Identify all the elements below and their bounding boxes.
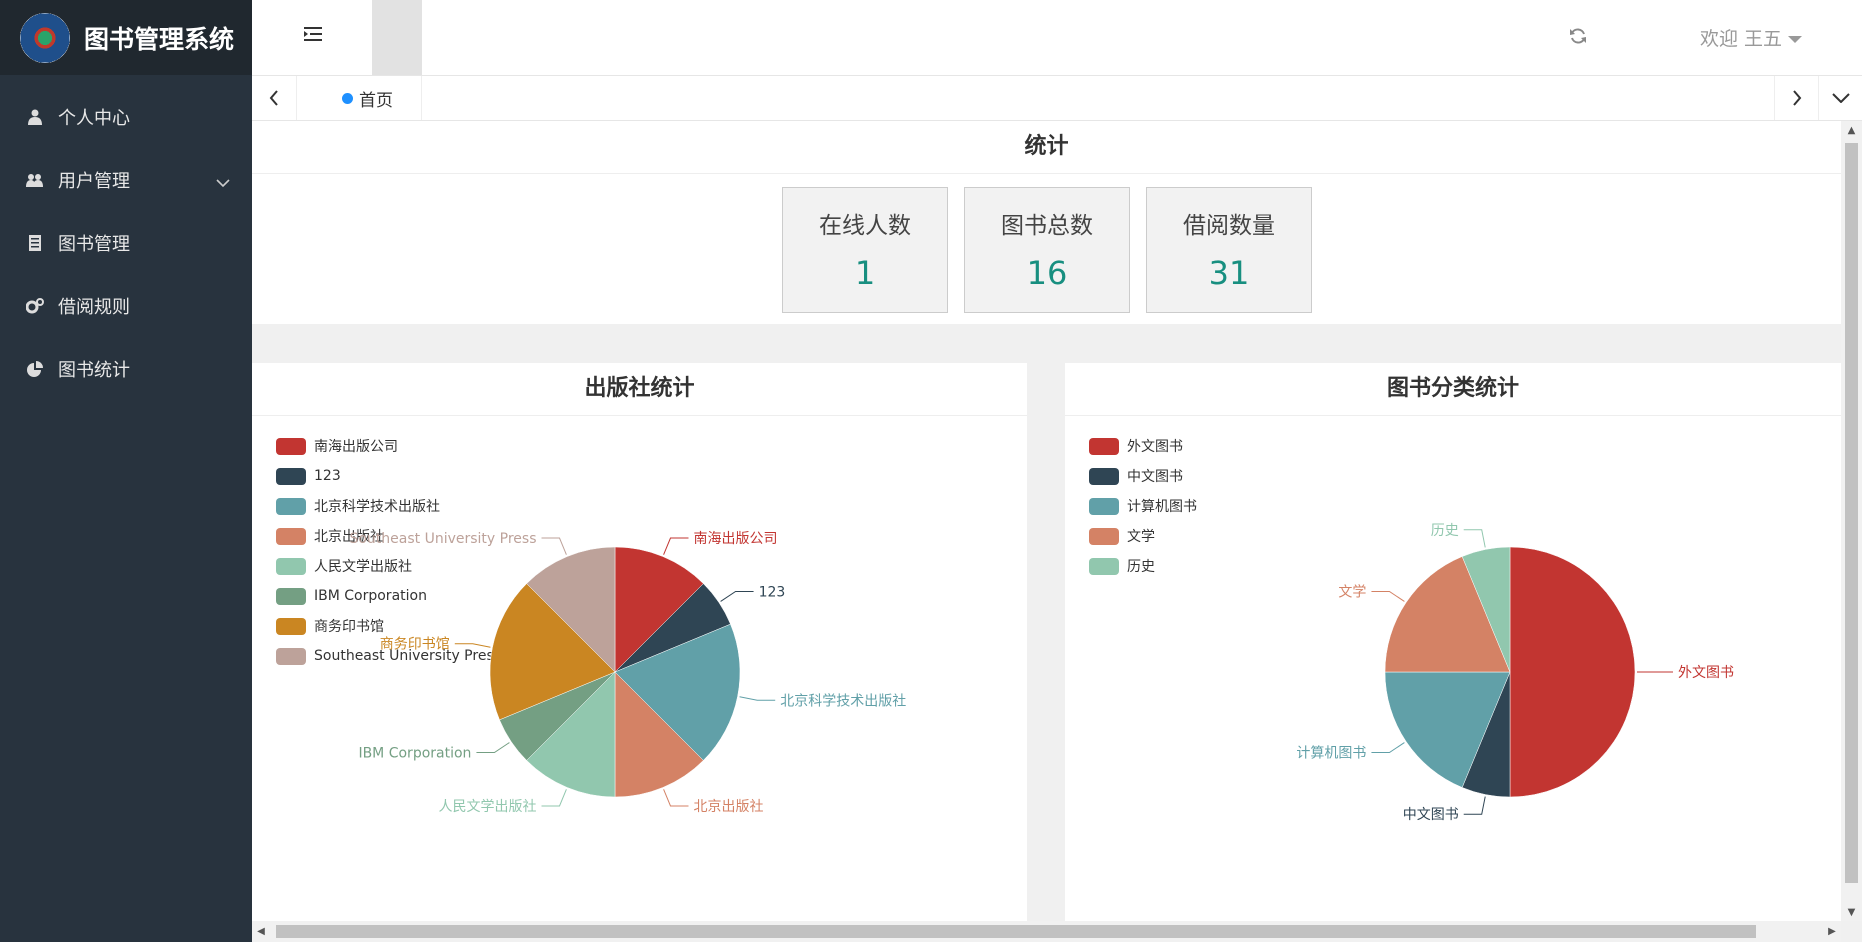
scroll-right-icon[interactable]: ▶	[1823, 921, 1841, 942]
horizontal-scrollbar[interactable]: ◀ ▶	[252, 921, 1841, 942]
user-menu[interactable]: 欢迎 王五	[1700, 24, 1803, 51]
pie-label-line	[476, 742, 510, 754]
pie-label-line	[1463, 796, 1486, 815]
pie-label-line	[1463, 529, 1486, 548]
book-icon	[26, 234, 44, 252]
tab-home[interactable]: 首页	[330, 76, 422, 120]
sidebar-item-books[interactable]: 图书管理	[0, 211, 252, 274]
vertical-scrollbar[interactable]: ▲ ▼	[1841, 121, 1862, 921]
sidebar-item-label: 图书管理	[58, 233, 130, 255]
pie-label: 计算机图书	[1296, 746, 1366, 762]
pie-label: 中文图书	[1403, 807, 1459, 823]
stat-value: 31	[1208, 254, 1250, 292]
pie-chart-icon	[26, 360, 44, 378]
gears-icon	[26, 297, 44, 315]
pie-label: 南海出版公司	[693, 531, 777, 547]
sidebar-item-book-stats[interactable]: 图书统计	[0, 337, 252, 400]
main-content: 统计 在线人数 1 图书总数 16 借阅数量 31 出版社统计 南海出版公司 12…	[252, 121, 1841, 921]
pie-label-line	[663, 789, 689, 807]
sidebar-item-label: 个人中心	[58, 107, 130, 129]
pie-label-line	[1371, 742, 1405, 754]
pie-label: 商务印书馆	[380, 637, 450, 653]
stat-label: 在线人数	[819, 213, 911, 239]
menu-toggle-icon[interactable]	[304, 26, 326, 48]
category-pie-chart: 外文图书中文图书 计算机图书 文学 历史	[1296, 523, 1734, 823]
stat-label: 借阅数量	[1183, 213, 1275, 239]
stats-cards: 在线人数 1 图书总数 16 借阅数量 31	[782, 187, 1312, 313]
tab-home-label: 首页	[359, 90, 393, 111]
stat-value: 16	[1026, 254, 1068, 292]
tab-scroll-left-icon[interactable]	[252, 76, 297, 120]
pie-label-line	[454, 643, 491, 648]
stats-panel: 统计 在线人数 1 图书总数 16 借阅数量 31	[252, 121, 1841, 324]
stat-card-books: 图书总数 16	[964, 187, 1130, 313]
publisher-chart-panel: 出版社统计 南海出版公司 123 北京科学技术出版社北京出版社 人民文学出版社 IBM …	[252, 363, 1027, 921]
pie-label: 北京出版社	[693, 799, 763, 815]
pie-label-line	[1371, 590, 1405, 602]
pie-label: 历史	[1431, 523, 1459, 539]
pie-label-line	[663, 537, 689, 555]
publisher-pie-chart: 南海出版公司 123 北京科学技术出版社北京出版社 人民文学出版社 IBM Corpor…	[349, 531, 906, 815]
logo-icon	[20, 12, 70, 63]
pie-slice[interactable]	[1509, 546, 1636, 798]
tab-bar: 首页	[252, 76, 1862, 121]
pie-label-line	[739, 696, 776, 701]
pie-label-line	[541, 537, 567, 555]
scroll-left-icon[interactable]: ◀	[252, 921, 270, 942]
pie-label: 文学	[1338, 584, 1366, 600]
refresh-icon[interactable]	[1569, 26, 1589, 46]
sidebar-item-label: 图书统计	[58, 359, 130, 381]
caret-down-icon	[1788, 36, 1803, 43]
welcome-text: 欢迎 王五	[1700, 28, 1783, 50]
pie-label-line	[541, 789, 567, 807]
sidebar-item-profile[interactable]: 个人中心	[0, 85, 252, 148]
sidebar-item-label: 借阅规则	[58, 296, 130, 318]
horizontal-scroll-thumb[interactable]	[276, 925, 1756, 938]
users-icon	[26, 171, 44, 189]
top-bar: 欢迎 王五	[252, 0, 1862, 76]
pie-label: IBM Corporation	[358, 746, 471, 762]
pie-label: 123	[759, 584, 786, 600]
pie-label: 外文图书	[1678, 665, 1734, 681]
pie-label-line	[720, 590, 754, 602]
sidebar-item-label: 用户管理	[58, 170, 130, 192]
sidebar: 图书管理系统 个人中心 用户管理 图书管理 借阅规则 图书统计	[0, 0, 252, 942]
scroll-down-icon[interactable]: ▼	[1841, 903, 1862, 921]
stat-label: 图书总数	[1001, 213, 1093, 239]
stat-card-online: 在线人数 1	[782, 187, 948, 313]
user-icon	[26, 108, 44, 126]
tab-options-chevron-icon[interactable]	[1818, 76, 1862, 120]
pie-label: 人民文学出版社	[439, 799, 537, 815]
stats-title: 统计	[252, 121, 1841, 174]
category-chart-title: 图书分类统计	[1065, 363, 1841, 416]
active-dot-icon	[342, 92, 353, 104]
publisher-chart-title: 出版社统计	[252, 363, 1027, 416]
sidebar-item-borrow-rules[interactable]: 借阅规则	[0, 274, 252, 337]
scroll-up-icon[interactable]: ▲	[1841, 121, 1862, 139]
sidebar-item-users[interactable]: 用户管理	[0, 148, 252, 211]
logo-area: 图书管理系统	[0, 0, 252, 75]
chevron-down-icon	[216, 172, 230, 193]
pie-label: 北京科学技术出版社	[780, 693, 906, 709]
header-tab-placeholder[interactable]	[372, 0, 422, 75]
stat-card-borrows: 借阅数量 31	[1146, 187, 1312, 313]
tab-scroll-right-icon[interactable]	[1774, 76, 1819, 120]
app-title: 图书管理系统	[84, 24, 235, 54]
vertical-scroll-thumb[interactable]	[1845, 143, 1858, 883]
category-chart-panel: 图书分类统计 外文图书中文图书 计算机图书 文学 历史 外文图书中文图书 计算机图书 文学…	[1065, 363, 1841, 921]
pie-label: Southeast University Press	[349, 531, 536, 547]
stat-value: 1	[854, 254, 876, 292]
